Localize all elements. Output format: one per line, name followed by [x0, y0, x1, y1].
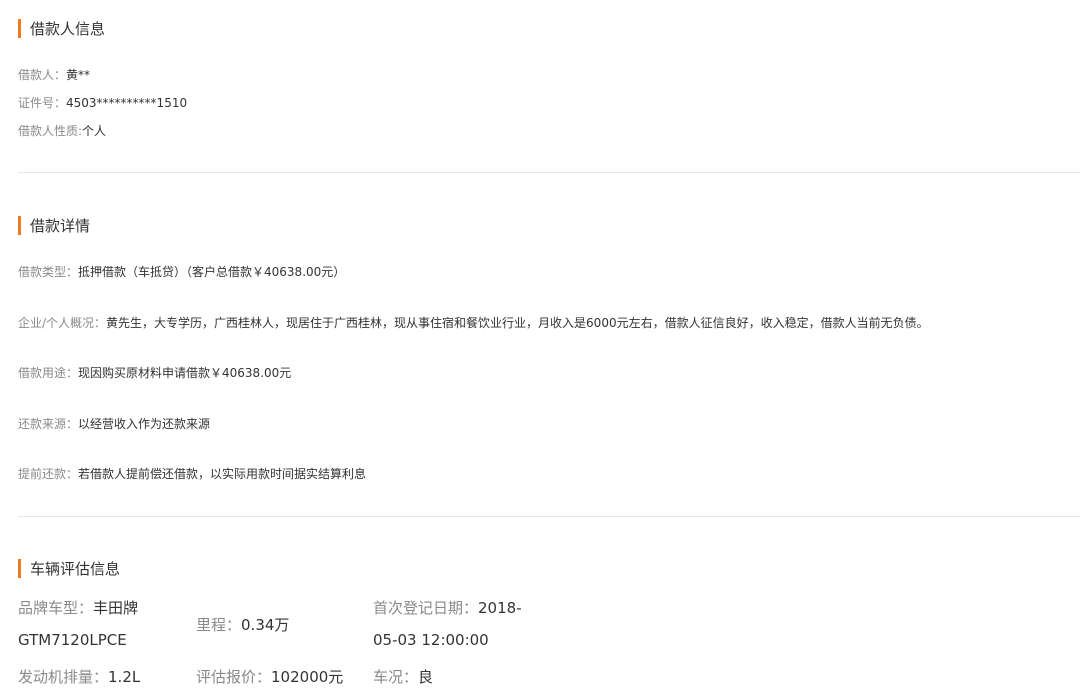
loan-early-value: 若借款人提前偿还借款，以实际用款时间据实结算利息 [78, 467, 367, 481]
borrower-section-title: 借款人信息 [18, 18, 105, 39]
vehicle-brand-line2: GTM7120LPCE [18, 624, 127, 656]
accent-bar [18, 19, 21, 38]
vehicle-section-title: 车辆评估信息 [18, 558, 120, 579]
vehicle-condition-label: 车况： [373, 668, 419, 686]
vehicle-price-value: 102000元 [271, 668, 344, 686]
vehicle-price-label: 评估报价： [196, 668, 272, 686]
vehicle-engine: 发动机排量：1.2L [18, 661, 140, 693]
loan-repay-label: 还款来源： [18, 417, 79, 431]
loan-profile-label: 企业/个人概况： [18, 316, 107, 330]
vehicle-reg-value-1: 2018- [478, 599, 522, 617]
vehicle-engine-label: 发动机排量： [18, 668, 109, 686]
vehicle-reg-label: 首次登记日期： [373, 599, 479, 617]
vehicle-price: 评估报价：102000元 [196, 661, 343, 693]
loan-purpose-value: 现因购买原材料申请借款￥40638.00元 [78, 366, 292, 380]
borrower-id-value: 4503**********1510 [66, 96, 188, 110]
accent-bar [18, 559, 21, 578]
loan-repay-value: 以经营收入作为还款来源 [78, 417, 211, 431]
loan-type-label: 借款类型： [18, 265, 79, 279]
vehicle-engine-value: 1.2L [108, 668, 141, 686]
vehicle-brand-label: 品牌车型： [18, 599, 94, 617]
vehicle-condition: 车况：良 [373, 661, 433, 693]
vehicle-reg-value-2: 05-03 12:00:00 [373, 631, 489, 649]
loan-title: 借款详情 [30, 217, 91, 235]
borrower-title: 借款人信息 [30, 20, 106, 38]
vehicle-brand-line1: 品牌车型：丰田牌 [18, 592, 138, 624]
borrower-name-label: 借款人： [18, 68, 67, 82]
borrower-id-row: 证件号：4503**********1510 [18, 94, 187, 111]
vehicle-condition-value: 良 [418, 668, 434, 686]
vehicle-mileage: 里程：0.34万 [196, 609, 289, 641]
loan-type-value: 抵押借款（车抵贷）（客户总借款￥40638.00元） [78, 265, 346, 279]
borrower-name-row: 借款人：黄** [18, 66, 90, 83]
loan-profile-value: 黄先生，大专学历，广西桂林人，现居住于广西桂林，现从事住宿和餐饮业行业，月收入是… [106, 316, 929, 330]
borrower-name-value: 黄** [66, 68, 91, 82]
vehicle-reg-line1: 首次登记日期：2018- [373, 592, 522, 624]
vehicle-mileage-value: 0.34万 [241, 616, 290, 634]
loan-purpose-label: 借款用途： [18, 366, 79, 380]
vehicle-brand-value-2: GTM7120LPCE [18, 631, 127, 649]
loan-repay-row: 还款来源：以经营收入作为还款来源 [18, 415, 210, 432]
vehicle-reg-line2: 05-03 12:00:00 [373, 624, 489, 656]
divider [18, 172, 1080, 173]
vehicle-mileage-label: 里程： [196, 616, 242, 634]
vehicle-title: 车辆评估信息 [30, 560, 121, 578]
borrower-nature-value: 个人 [82, 124, 107, 138]
loan-profile-row: 企业/个人概况：黄先生，大专学历，广西桂林人，现居住于广西桂林，现从事住宿和餐饮… [18, 314, 929, 331]
loan-early-row: 提前还款：若借款人提前偿还借款，以实际用款时间据实结算利息 [18, 465, 366, 482]
borrower-nature-row: 借款人性质:个人 [18, 122, 106, 139]
borrower-nature-label: 借款人性质: [18, 124, 83, 138]
divider [18, 516, 1080, 517]
loan-type-row: 借款类型：抵押借款（车抵贷）（客户总借款￥40638.00元） [18, 263, 345, 280]
vehicle-brand-value-1: 丰田牌 [93, 599, 139, 617]
accent-bar [18, 216, 21, 235]
borrower-id-label: 证件号： [18, 96, 67, 110]
loan-early-label: 提前还款： [18, 467, 79, 481]
loan-purpose-row: 借款用途：现因购买原材料申请借款￥40638.00元 [18, 364, 291, 381]
loan-section-title: 借款详情 [18, 215, 90, 236]
